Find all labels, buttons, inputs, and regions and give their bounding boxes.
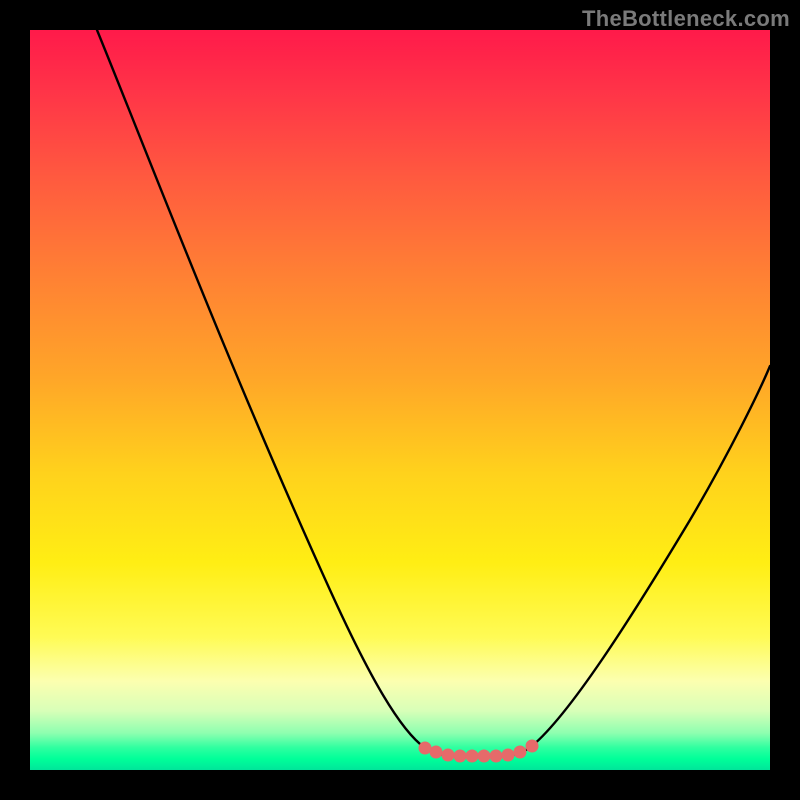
valley-markers — [419, 740, 538, 762]
watermark-text: TheBottleneck.com — [582, 6, 790, 32]
bottleneck-curve — [97, 30, 770, 756]
curve-layer — [30, 30, 770, 770]
plot-area — [30, 30, 770, 770]
chart-frame: TheBottleneck.com — [0, 0, 800, 800]
